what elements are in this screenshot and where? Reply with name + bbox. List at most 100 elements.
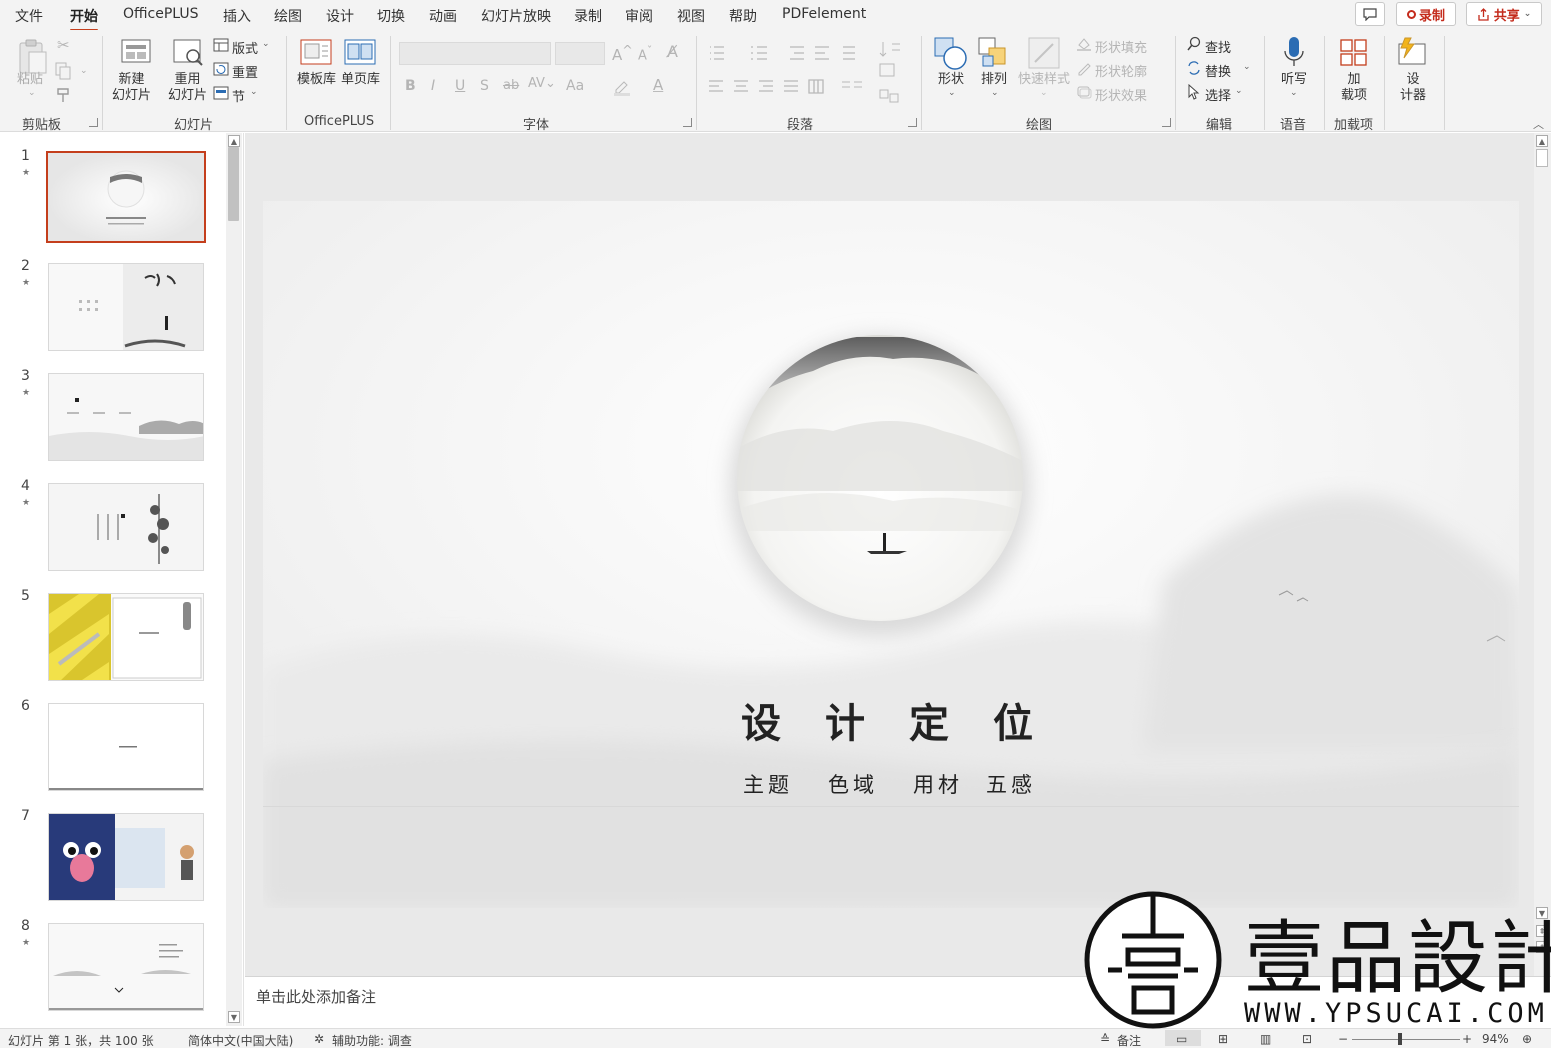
list-buttons-icon[interactable] [707, 44, 887, 62]
scroll-up-icon[interactable]: ▲ [1536, 135, 1548, 147]
shape-outline-button[interactable]: 形状轮廓 [1095, 61, 1147, 80]
tab-file[interactable]: 文件 [15, 6, 43, 26]
new-slide-button[interactable]: 新建 幻灯片 [112, 72, 151, 104]
copy-icon[interactable] [55, 62, 73, 80]
shape-fill-button[interactable]: 形状填充 [1095, 37, 1147, 56]
slide-thumbnail-7[interactable] [48, 813, 204, 901]
zoom-slider-track[interactable] [1352, 1039, 1460, 1040]
replace-button[interactable]: 替换 [1205, 61, 1231, 80]
tab-insert[interactable]: 插入 [223, 6, 251, 26]
dialog-launcher-icon[interactable] [89, 118, 98, 127]
shapes-button[interactable]: 形状 [938, 72, 964, 88]
reading-view-icon[interactable]: ▥ [1260, 1032, 1271, 1046]
slide-thumbnail-2[interactable] [48, 263, 204, 351]
tab-animations[interactable]: 动画 [429, 6, 457, 26]
designer-icon[interactable] [1397, 36, 1431, 68]
change-case-button[interactable]: Aa [566, 78, 584, 94]
language-status[interactable]: 简体中文(中国大陆) [188, 1032, 293, 1048]
microphone-icon[interactable] [1283, 36, 1305, 70]
template-library-button[interactable]: 模板库 [297, 72, 336, 88]
current-slide[interactable]: 设 计 定 位 主题 色域 用材 五感 [263, 201, 1519, 908]
section-button[interactable]: 节 [232, 86, 245, 105]
reset-button[interactable]: 重置 [232, 62, 258, 81]
quick-styles-icon[interactable] [1027, 36, 1063, 72]
slide-thumbnail-5[interactable] [48, 593, 204, 681]
clear-formatting-icon[interactable]: A̸ [667, 42, 678, 61]
cut-icon[interactable]: ✂ [57, 36, 70, 54]
scroll-up-icon[interactable]: ▲ [228, 135, 240, 147]
record-button[interactable]: 录制 [1396, 2, 1456, 26]
shapes-icon[interactable] [933, 36, 969, 72]
tab-design[interactable]: 设计 [326, 6, 354, 26]
text-direction-icon[interactable] [878, 40, 906, 60]
shape-effects-button[interactable]: 形状效果 [1095, 85, 1147, 104]
font-family-select[interactable] [399, 42, 551, 65]
italic-button[interactable]: I [431, 78, 435, 94]
zoom-level[interactable]: 94% [1482, 1032, 1509, 1046]
layout-button[interactable]: 版式 [232, 38, 258, 57]
notes-toggle-button[interactable]: 备注 [1117, 1032, 1141, 1048]
slide-sorter-icon[interactable]: ⊞ [1218, 1032, 1228, 1046]
arrange-icon[interactable] [977, 36, 1013, 72]
slide-title-char[interactable]: 定 [909, 691, 949, 749]
slide-subtitle-item[interactable]: 色域 [828, 769, 878, 799]
select-button[interactable]: 选择 [1205, 85, 1231, 104]
reuse-slides-button[interactable]: 重用 幻灯片 [168, 72, 207, 104]
align-buttons-icon[interactable] [707, 78, 837, 96]
increase-font-icon[interactable]: A^ [612, 42, 633, 64]
arrange-button[interactable]: 排列 [981, 72, 1007, 88]
scrollbar-thumb[interactable] [1536, 149, 1548, 167]
new-slide-icon[interactable] [120, 38, 154, 70]
font-color-icon[interactable]: A [653, 76, 663, 94]
thumbnail-scrollbar[interactable]: ▲ ▼ [226, 133, 242, 1026]
tab-slideshow[interactable]: 幻灯片放映 [481, 6, 551, 26]
slide-thumbnail-1[interactable] [46, 151, 206, 243]
decrease-font-icon[interactable]: Aˇ [638, 44, 652, 63]
slide-title-char[interactable]: 计 [825, 691, 865, 749]
addins-button[interactable]: 加 载项 [1341, 72, 1367, 104]
scrollbar-thumb[interactable] [228, 147, 239, 221]
tab-officeplus[interactable]: OfficePLUS [123, 6, 199, 22]
accessibility-status[interactable]: 辅助功能: 调查 [332, 1032, 412, 1048]
scroll-down-icon[interactable]: ▼ [228, 1011, 240, 1023]
slide-thumbnail-3[interactable] [48, 373, 204, 461]
tab-help[interactable]: 帮助 [729, 6, 757, 26]
zoom-in-icon[interactable]: + [1462, 1032, 1472, 1046]
slideshow-icon[interactable]: ⊡ [1302, 1032, 1312, 1046]
designer-button[interactable]: 设 计器 [1400, 72, 1426, 104]
slide-subtitle-item[interactable]: 用材 [913, 769, 963, 799]
slide-title-char[interactable]: 位 [993, 691, 1033, 749]
tab-view[interactable]: 视图 [677, 6, 705, 26]
tab-draw[interactable]: 绘图 [274, 6, 302, 26]
tab-pdfelement[interactable]: PDFelement [782, 6, 866, 22]
highlighter-icon[interactable] [612, 78, 632, 96]
comments-button[interactable] [1355, 2, 1385, 26]
fit-to-window-icon[interactable]: ⊕ [1522, 1032, 1532, 1046]
dialog-launcher-icon[interactable] [683, 118, 692, 127]
slide-thumbnail-4[interactable] [48, 483, 204, 571]
shadow-button[interactable]: S [480, 78, 489, 94]
font-size-select[interactable] [555, 42, 605, 65]
dialog-launcher-icon[interactable] [1162, 118, 1171, 127]
notes-placeholder[interactable]: 单击此处添加备注 [256, 986, 376, 1007]
addins-icon[interactable] [1339, 38, 1369, 68]
columns-icon[interactable] [840, 78, 870, 96]
slide-subtitle-item[interactable]: 五感 [986, 769, 1036, 799]
strikethrough-icon[interactable]: ab [503, 78, 519, 93]
dictate-button[interactable]: 听写 [1281, 72, 1307, 88]
bold-button[interactable]: B [405, 78, 416, 94]
slide-title-char[interactable]: 设 [741, 691, 781, 749]
find-button[interactable]: 查找 [1205, 37, 1231, 56]
dialog-launcher-icon[interactable] [908, 118, 917, 127]
underline-button[interactable]: U [455, 78, 465, 94]
collapse-ribbon-icon[interactable]: ︿ [1533, 116, 1544, 132]
zoom-slider-thumb[interactable] [1398, 1033, 1402, 1045]
single-page-library-button[interactable]: 单页库 [341, 72, 380, 88]
share-button[interactable]: 共享 ⌄ [1466, 2, 1542, 26]
tab-record[interactable]: 录制 [574, 6, 602, 26]
character-spacing-icon[interactable]: AV⌄ [528, 76, 556, 91]
zoom-out-icon[interactable]: − [1338, 1032, 1348, 1046]
tab-review[interactable]: 审阅 [625, 6, 653, 26]
smartart-icon[interactable] [878, 86, 906, 104]
template-library-icon[interactable] [300, 39, 332, 67]
